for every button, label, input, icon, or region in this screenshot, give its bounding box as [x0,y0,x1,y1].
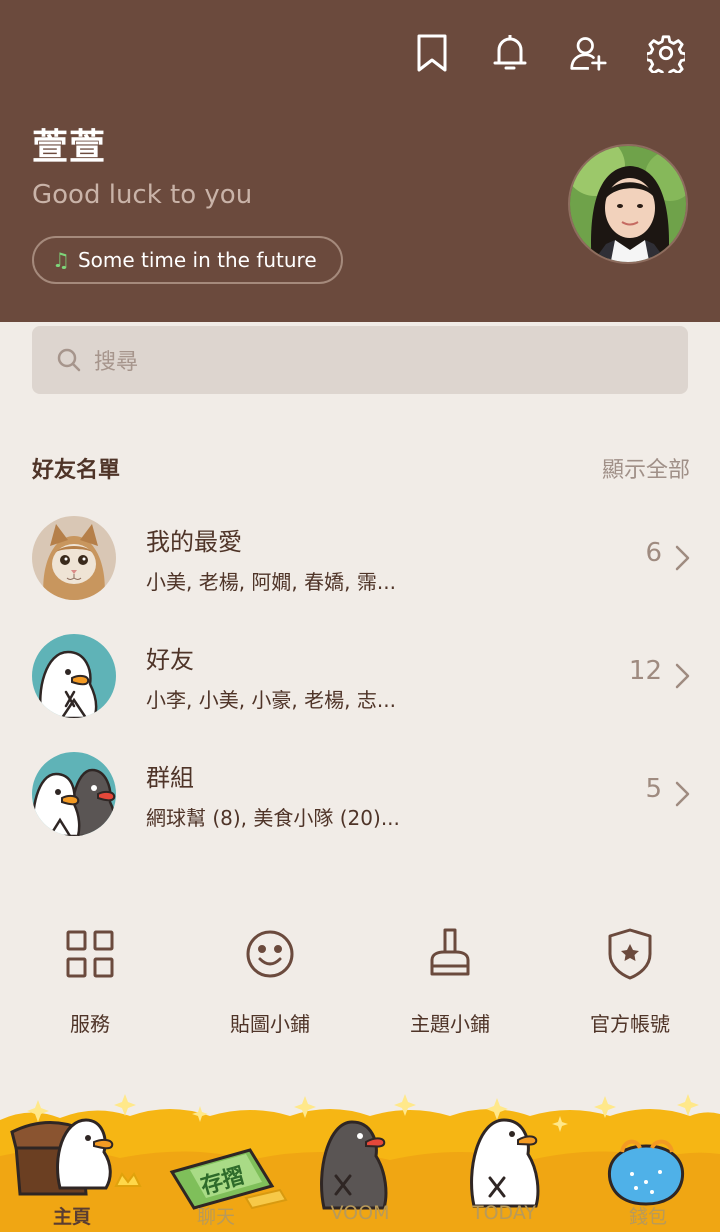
service-button-official-accounts[interactable]: 官方帳號 [540,926,720,1037]
service-label: 官方帳號 [590,1012,670,1036]
list-item-count: 5 [645,774,662,804]
tab-chats[interactable]: 聊天 [156,1202,276,1229]
list-item-count: 6 [645,538,662,568]
service-button-services[interactable]: 服務 [0,926,180,1037]
tab-voom[interactable]: VOOM [300,1202,420,1224]
duck-avatar [32,634,116,718]
shield-star-icon [608,928,652,980]
tab-home[interactable]: 主頁 [12,1202,132,1229]
cat-avatar [32,516,116,600]
tab-today[interactable]: TODAY [444,1202,564,1224]
chevron-right-icon [675,781,690,807]
service-label: 貼圖小鋪 [230,1012,310,1036]
profile-header: 萱萱 Good luck to you ♫ Some time in the f… [0,0,720,322]
profile-name[interactable]: 萱萱 [32,118,106,170]
tab-wallet[interactable]: 錢包 [588,1202,708,1229]
list-item-name: 好友 [146,646,194,674]
search-icon [57,348,81,372]
duck-group-avatar [32,752,116,836]
smiley-icon [246,930,294,978]
chevron-right-icon [675,663,690,689]
list-item-members: 小李, 小美, 小豪, 老楊, 志... [146,688,396,712]
add-friend-icon[interactable] [568,32,608,74]
gear-icon[interactable] [646,32,686,74]
avatar[interactable] [568,144,688,264]
list-item-favorites[interactable]: 我的最愛 小美, 老楊, 阿嫺, 春嬌, 霈... 6 [32,516,692,606]
section-title: 好友名單 [32,458,121,483]
search-placeholder: 搜尋 [94,350,139,375]
music-note-icon: ♫ [52,248,70,272]
list-item-name: 我的最愛 [146,528,242,556]
status-message[interactable]: Good luck to you [32,180,252,210]
friends-section-header: 好友名單 顯示全部 [32,452,690,484]
service-label: 服務 [70,1012,110,1036]
music-title: Some time in the future [77,248,317,272]
service-button-theme-shop[interactable]: 主題小鋪 [360,926,540,1037]
grid-icon [66,930,114,978]
list-item-name: 群組 [146,764,194,792]
coin-purse-icon[interactable] [607,1139,685,1206]
service-label: 主題小鋪 [410,1012,490,1036]
bookmark-icon[interactable] [412,32,452,74]
search-bar[interactable]: 搜尋 [32,326,688,394]
list-item-friends[interactable]: 好友 小李, 小美, 小豪, 老楊, 志... 12 [32,634,692,724]
bell-icon[interactable] [490,32,530,74]
list-item-members: 小美, 老楊, 阿嫺, 春嬌, 霈... [146,570,396,594]
brush-icon [430,928,470,976]
chevron-right-icon [675,545,690,571]
header-actions [412,32,686,74]
list-item-count: 12 [628,656,662,686]
show-all-link[interactable]: 顯示全部 [602,452,690,484]
service-button-sticker-shop[interactable]: 貼圖小鋪 [180,926,360,1037]
list-item-members: 網球幫 (8), 美食小隊 (20)... [146,806,400,830]
list-item-groups[interactable]: 群組 網球幫 (8), 美食小隊 (20)... 5 [32,752,692,842]
music-pill[interactable]: ♫ Some time in the future [32,236,343,284]
